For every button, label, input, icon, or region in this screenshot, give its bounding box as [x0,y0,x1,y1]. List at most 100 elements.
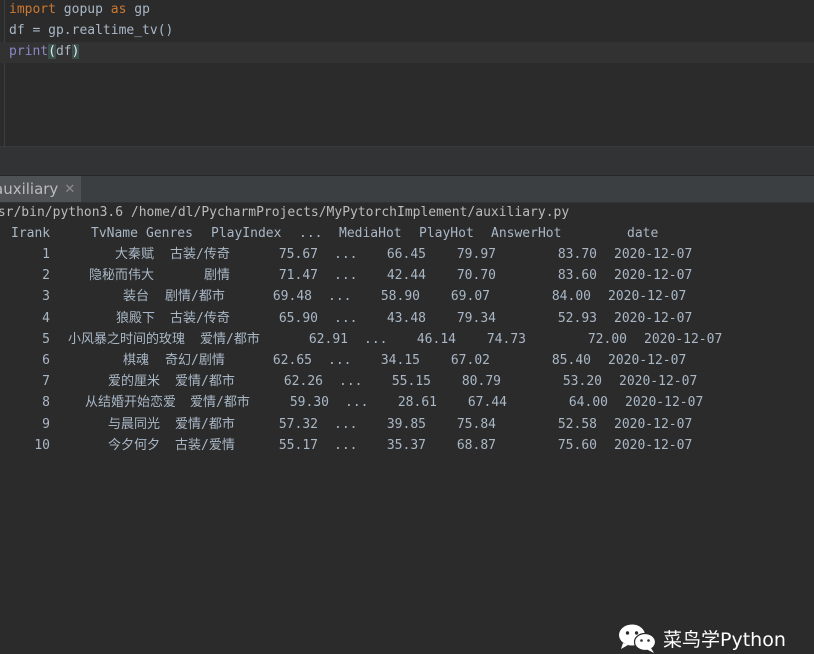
keyword-as: as [110,2,127,17]
cell-date: 2020-12-07 [625,395,704,411]
panel-splitter[interactable] [0,146,814,176]
cell-playindex: 57.32 [278,416,318,432]
header-date: date [627,226,659,241]
cell-rank: 9 [42,416,50,432]
cell-playhot: 74.73 [486,331,526,347]
header-playindex: PlayIndex [211,226,282,241]
table-row: 3 装台 剧情/都市 69.48... 58.90 69.07 84.00 2020-12-0… [0,286,814,307]
cell-genres: 爱情/都市 [200,331,260,347]
cell-genres: 古装/传奇 [170,310,230,326]
cell-rank: 2 [42,268,50,284]
cell-playhot: 70.70 [456,268,496,284]
cell-dots: ... [328,353,352,368]
cell-rank: 3 [42,289,50,305]
cell-playhot: 67.02 [450,353,490,368]
code-line-3[interactable]: print(df) [9,42,80,62]
cell-date: 2020-12-07 [614,416,693,432]
code-editor[interactable]: import gopup as gp df = gp.realtime_tv()… [0,0,814,146]
cell-mediahot: 35.37 [386,437,426,453]
cell-answerhot: 52.58 [557,416,597,432]
cell-dots: ... [334,310,358,326]
cell-name: 小风暴之时间的玫瑰 [68,331,186,347]
table-header-row: Irank TvName Genres PlayIndex ... MediaH… [0,223,814,244]
cell-mediahot: 34.15 [380,353,420,368]
cell-name: 装台 [122,289,149,305]
cell-date: 2020-12-07 [614,310,693,326]
cell-playindex: 65.90 [278,310,318,326]
cell-mediahot: 28.61 [397,395,437,411]
code-line-1[interactable]: import gopup as gp [9,0,150,20]
cell-dots: ... [364,331,388,347]
cell-answerhot: 83.70 [557,247,597,262]
cell-answerhot: 52.93 [557,310,597,326]
run-tool-window-tabs: auxiliary ✕ [0,176,814,203]
cell-name: 爱的厘米 [107,374,160,390]
cell-playindex: 69.48 [272,289,312,305]
cell-answerhot: 85.40 [551,353,591,368]
cell-mediahot: 58.90 [380,289,420,305]
table-row: 4 狼殿下 古装/传奇 65.90... 43.48 79.34 52.93 2020-12-… [0,308,814,329]
cell-answerhot: 84.00 [551,289,591,305]
cell-playhot: 69.07 [450,289,490,305]
cell-rank: 4 [42,310,50,326]
run-tab[interactable]: auxiliary ✕ [0,176,82,202]
cell-rank: 8 [42,395,50,411]
cell-answerhot: 83.60 [557,268,597,284]
table-row: 6 棋魂 奇幻/剧情 62.65... 34.15 67.02 85.40 2020-12-0… [0,350,814,371]
cell-playindex: 62.65 [272,353,312,368]
table-row: 8 从结婚开始恋爱 爱情/都市 59.30... 28.61 67.44 64.00 2020… [0,392,814,413]
cell-playindex: 71.47 [278,268,318,284]
cell-date: 2020-12-07 [614,268,693,284]
alias-name: gp [126,2,150,17]
cell-name: 从结婚开始恋爱 [85,395,177,411]
cell-playindex: 62.26 [283,374,323,390]
cell-dots: ... [334,416,358,432]
print-argument: df [55,44,72,59]
current-line-highlight [0,42,814,63]
cell-name: 与晨同光 [107,416,160,432]
close-icon[interactable]: ✕ [64,182,75,197]
cell-genres: 剧情 [204,268,231,284]
header-tvname: TvName [91,226,138,241]
wechat-icon [619,624,657,653]
cell-playhot: 79.97 [456,247,496,262]
command-line: usr/bin/python3.6 /home/dl/PycharmProjec… [0,205,570,220]
cell-playhot: 67.44 [467,395,507,411]
open-paren: ( [48,44,56,59]
header-genres: Genres [146,226,193,241]
cell-date: 2020-12-07 [608,289,687,305]
run-tab-label: auxiliary [0,180,59,198]
cell-rank: 5 [42,331,50,347]
table-row: 7 爱的厘米 爱情/都市 62.26... 55.15 80.79 53.20 2020-12… [0,371,814,392]
cell-playindex: 59.30 [289,395,329,411]
cell-name: 隐秘而伟大 [88,268,154,284]
cell-answerhot: 72.00 [587,331,627,347]
cell-rank: 7 [42,374,50,390]
code-line-2[interactable]: df = gp.realtime_tv() [9,21,173,41]
run-console-output[interactable]: usr/bin/python3.6 /home/dl/PycharmProjec… [0,203,814,653]
cell-mediahot: 43.48 [386,310,426,326]
cell-playindex: 62.91 [308,331,348,347]
cell-playhot: 68.87 [456,437,496,453]
header-ellipsis: ... [299,226,323,241]
cell-mediahot: 55.15 [391,374,431,390]
cell-playindex: 55.17 [278,437,318,453]
table-row: 1 大秦赋 古装/传奇 75.67... 66.45 79.97 83.70 2020-12-… [0,244,814,265]
header-playhot: PlayHot [419,226,474,241]
table-row: 10 今夕何夕 古装/爱情 55.17... 35.37 68.87 75.60 2020-1… [0,435,814,456]
cell-genres: 爱情/都市 [175,374,235,390]
cell-rank: 10 [34,437,50,453]
cell-dots: ... [334,437,358,453]
cell-date: 2020-12-07 [608,353,687,368]
cell-dots: ... [334,247,358,262]
cell-name: 棋魂 [122,353,149,368]
assignment-code: df = gp.realtime_tv() [9,23,174,38]
cell-answerhot: 64.00 [568,395,608,411]
cell-playhot: 79.34 [456,310,496,326]
cell-name: 大秦赋 [114,247,154,262]
cell-mediahot: 66.45 [386,247,426,262]
cell-answerhot: 53.20 [562,374,602,390]
cell-date: 2020-12-07 [614,247,693,262]
cell-dots: ... [334,268,358,284]
cell-playhot: 75.84 [456,416,496,432]
